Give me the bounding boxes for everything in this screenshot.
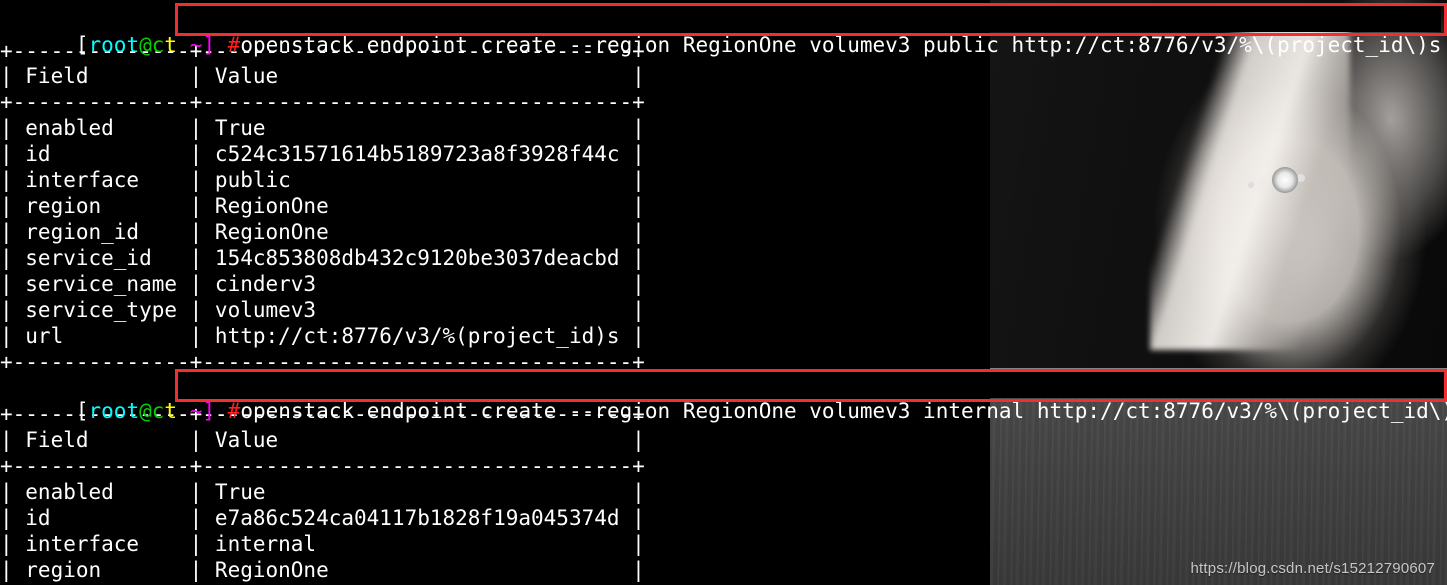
prompt-spacer <box>215 33 228 57</box>
prompt-spacer <box>215 399 228 423</box>
prompt-host-part1: c <box>151 33 165 57</box>
prompt-host-part1: c <box>151 399 165 423</box>
prompt-cwd-tilde: ~ <box>177 399 203 423</box>
command-overlay-layer: [root@ct ~] #openstack endpoint create -… <box>0 0 1447 585</box>
prompt-host-part2: t <box>164 399 178 423</box>
prompt-close-bracket: ] <box>202 33 216 57</box>
prompt-at-sign: @ <box>139 399 152 423</box>
prompt-host-part2: t <box>164 33 178 57</box>
prompt-open-bracket: [ <box>75 33 89 57</box>
command-line-2[interactable]: [root@ct ~] #openstack endpoint create -… <box>0 372 1447 423</box>
prompt-user: root <box>88 399 140 423</box>
screenshot-root: https://blog.csdn.net/s15212790607 +----… <box>0 0 1447 585</box>
prompt-hash-symbol: # <box>227 399 241 423</box>
command-text-2: openstack endpoint create --region Regio… <box>240 399 1447 423</box>
prompt-cwd-tilde: ~ <box>177 33 203 57</box>
command-line-1[interactable]: [root@ct ~] #openstack endpoint create -… <box>0 6 1442 57</box>
prompt-close-bracket: ] <box>202 399 216 423</box>
prompt-at-sign: @ <box>139 33 152 57</box>
command-text-1: openstack endpoint create --region Regio… <box>240 33 1442 57</box>
prompt-hash-symbol: # <box>227 33 241 57</box>
prompt-user: root <box>88 33 140 57</box>
prompt-open-bracket: [ <box>75 399 89 423</box>
